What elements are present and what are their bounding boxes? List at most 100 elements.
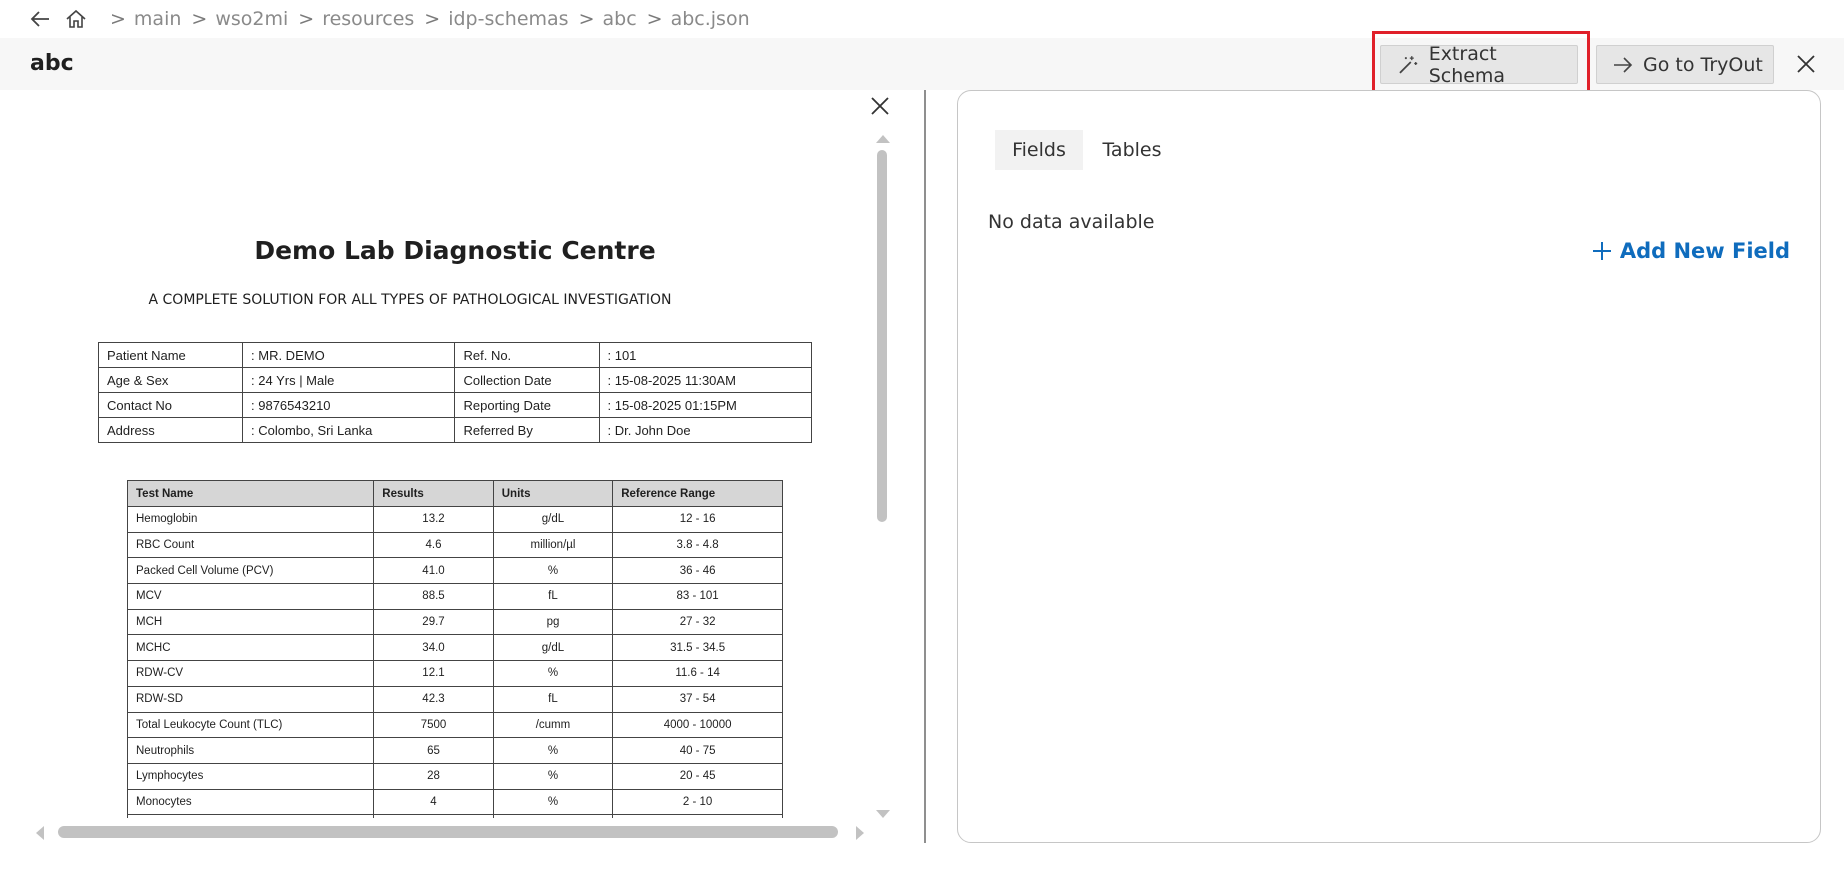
patient-info-cell: : 15-08-2025 01:15PM [598,392,812,418]
table-cell: 3.8 - 4.8 [612,531,783,559]
table-row [126,814,783,818]
table-cell: 29.7 [373,608,494,636]
table-cell: g/dL [492,634,614,662]
schema-panel: Fields Tables No data available Add New … [957,90,1821,843]
patient-info-cell: : 24 Yrs | Male [242,367,456,393]
patient-info-row: Patient Name: MR. DEMO Ref. No.: 101 [97,342,812,368]
document-heading: Demo Lab Diagnostic Centre [254,236,656,265]
pane-divider[interactable] [924,90,926,843]
column-header: Results [373,480,494,507]
tab-fields[interactable]: Fields [995,130,1083,170]
breadcrumb-item[interactable]: abc [603,8,637,30]
table-cell: 41.0 [373,557,494,585]
patient-info-table: Patient Name: MR. DEMO Ref. No.: 101 Age &… [97,342,812,443]
table-cell: % [492,762,614,790]
scroll-left-arrow-icon[interactable] [34,825,46,845]
table-cell: RBC Count [126,531,375,559]
table-cell: 13.2 [373,506,494,533]
table-cell: Packed Cell Volume (PCV) [126,557,375,585]
test-results-table: Test Name Results Units Reference Range Hem… [126,480,783,818]
breadcrumb-item[interactable]: wso2mi [215,8,288,30]
page-title: abc [30,51,74,76]
table-cell: 34.0 [373,634,494,662]
add-new-field-button[interactable]: Add New Field [1592,239,1790,263]
home-icon[interactable] [64,7,88,31]
patient-info-cell: Contact No [97,392,244,418]
patient-info-cell: Patient Name [97,342,244,368]
breadcrumb-separator: > [424,8,441,30]
table-cell [373,814,494,818]
plus-icon [1592,242,1611,260]
test-table-viewport: Test Name Results Units Reference Range Hem… [0,470,860,818]
table-cell [612,814,783,818]
table-cell: 7500 [373,711,494,739]
table-row: RDW-CV 12.1% 11.6 - 14 [126,660,783,687]
add-new-field-label: Add New Field [1619,239,1790,263]
breadcrumb-separator: > [646,8,663,30]
column-header: Units [492,480,614,507]
table-cell: 36 - 46 [612,557,783,585]
table-cell: 37 - 54 [612,685,783,713]
highlight-box [1372,31,1590,95]
patient-info-cell: Age & Sex [97,367,244,393]
table-cell: g/dL [492,506,614,533]
back-arrow-icon[interactable] [28,7,52,31]
scroll-down-arrow-icon[interactable] [875,805,891,824]
scroll-right-arrow-icon[interactable] [854,825,866,845]
empty-state-text: No data available [988,211,1155,233]
table-row: RBC Count 4.6 million/µl 3.8 - 4.8 [126,531,783,559]
tab-tables[interactable]: Tables [1096,130,1168,170]
table-cell: Total Leukocyte Count (TLC) [126,711,375,739]
close-preview-icon[interactable] [868,94,892,118]
table-cell: Neutrophils [126,737,375,764]
table-cell: 20 - 45 [612,762,783,790]
table-cell: 4 [373,788,494,816]
table-cell: 12.1 [373,660,494,687]
table-row: Packed Cell Volume (PCV) 41.0% 36 - 46 [126,557,783,585]
breadcrumb-items: > main > wso2mi > resources > idp-schemas > abc > a… [100,8,750,30]
patient-info-cell: Reporting Date [454,392,600,418]
patient-info-row: Age & Sex: 24 Yrs | Male Collection Date:… [97,367,812,393]
table-cell: /cumm [492,711,614,739]
table-cell: RDW-SD [126,685,375,713]
table-cell: million/µl [492,531,614,559]
table-cell: 4000 - 10000 [612,711,783,739]
table-cell: RDW-CV [126,660,375,687]
breadcrumb-item[interactable]: idp-schemas [448,8,568,30]
breadcrumb-separator: > [578,8,595,30]
table-cell: % [492,660,614,687]
table-cell: fL [492,583,614,610]
go-to-tryout-label: Go to TryOut [1643,53,1763,76]
breadcrumb-separator: > [191,8,208,30]
patient-info-cell: : MR. DEMO [242,342,456,368]
table-cell [492,814,614,818]
breadcrumb-item[interactable]: main [134,8,181,30]
horizontal-scrollbar[interactable] [58,826,838,838]
table-cell: Lymphocytes [126,762,375,790]
table-cell: 2 - 10 [612,788,783,816]
table-cell: 27 - 32 [612,608,783,636]
breadcrumb-item[interactable]: resources [322,8,414,30]
table-row: MCV 88.5 fL 83 - 101 [126,583,783,610]
table-cell: 40 - 75 [612,737,783,764]
table-cell: 42.3 [373,685,494,713]
patient-info-cell: Address [97,417,244,443]
vertical-scrollbar[interactable] [877,150,887,522]
table-cell: 28 [373,762,494,790]
table-cell: Hemoglobin [126,506,375,533]
breadcrumb-item[interactable]: abc.json [671,8,750,30]
table-row: Neutrophils 65% 40 - 75 [126,737,783,764]
patient-info-row: Contact No: 9876543210 Reporting Date: 15… [97,392,812,418]
patient-info-cell: Ref. No. [454,342,600,368]
close-editor-icon[interactable] [1792,50,1820,78]
go-to-tryout-button[interactable]: Go to TryOut [1596,45,1774,84]
table-row: MCHC 34.0 g/dL 31.5 - 34.5 [126,634,783,662]
table-cell: 31.5 - 34.5 [612,634,783,662]
table-row: Hemoglobin 13.2 g/dL 12 - 16 [126,506,783,533]
scroll-up-arrow-icon[interactable] [875,130,891,149]
table-cell: % [492,737,614,764]
table-cell: MCV [126,583,375,610]
column-header: Reference Range [612,480,783,507]
patient-info-cell: : 9876543210 [242,392,456,418]
patient-info-cell: Referred By [454,417,600,443]
